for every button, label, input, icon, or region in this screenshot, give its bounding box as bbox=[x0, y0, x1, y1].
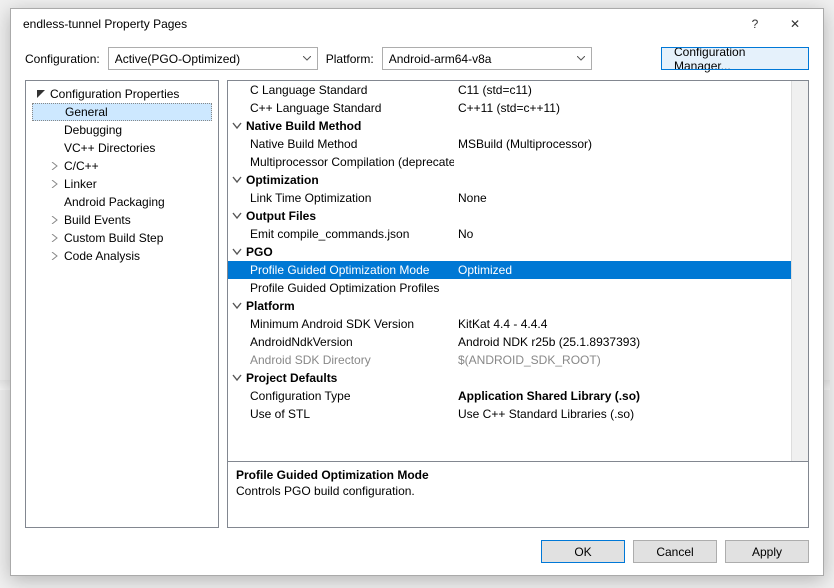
chevron-down-icon bbox=[230, 374, 244, 382]
property-group[interactable]: Platform bbox=[228, 297, 808, 315]
platform-select[interactable]: Android-arm64-v8a bbox=[382, 47, 592, 70]
dialog-footer: OK Cancel Apply bbox=[11, 528, 823, 563]
property-row[interactable]: Configuration TypeApplication Shared Lib… bbox=[228, 387, 808, 405]
configuration-manager-button[interactable]: Configuration Manager... bbox=[661, 47, 809, 70]
property-pages-dialog: endless-tunnel Property Pages ? ✕ Config… bbox=[10, 8, 824, 576]
ok-button[interactable]: OK bbox=[541, 540, 625, 563]
platform-label: Platform: bbox=[326, 52, 374, 66]
property-row[interactable]: Multiprocessor Compilation (deprecated) bbox=[228, 153, 808, 171]
tree-item[interactable]: Code Analysis bbox=[32, 247, 212, 265]
tree-item[interactable]: VC++ Directories bbox=[32, 139, 212, 157]
property-row[interactable]: C Language StandardC11 (std=c11) bbox=[228, 81, 808, 99]
tree-item[interactable]: C/C++ bbox=[32, 157, 212, 175]
category-tree[interactable]: Configuration PropertiesGeneralDebugging… bbox=[25, 80, 219, 528]
expand-icon bbox=[50, 252, 60, 260]
configuration-select[interactable]: Active(PGO-Optimized) bbox=[108, 47, 318, 70]
property-row[interactable]: C++ Language StandardC++11 (std=c++11) bbox=[228, 99, 808, 117]
property-group[interactable]: Native Build Method bbox=[228, 117, 808, 135]
titlebar: endless-tunnel Property Pages ? ✕ bbox=[11, 9, 823, 39]
property-row[interactable]: Link Time OptimizationNone bbox=[228, 189, 808, 207]
help-icon[interactable]: ? bbox=[735, 9, 775, 39]
description-pane: Profile Guided Optimization Mode Control… bbox=[227, 462, 809, 528]
chevron-down-icon bbox=[230, 302, 244, 310]
chevron-down-icon bbox=[577, 56, 585, 62]
apply-button[interactable]: Apply bbox=[725, 540, 809, 563]
chevron-down-icon bbox=[230, 176, 244, 184]
configuration-label: Configuration: bbox=[25, 52, 100, 66]
window-title: endless-tunnel Property Pages bbox=[23, 17, 735, 31]
collapse-icon bbox=[36, 90, 46, 98]
expand-icon bbox=[50, 234, 60, 242]
property-row[interactable]: Minimum Android SDK VersionKitKat 4.4 - … bbox=[228, 315, 808, 333]
tree-item[interactable]: Linker bbox=[32, 175, 212, 193]
property-row[interactable]: Use of STLUse C++ Standard Libraries (.s… bbox=[228, 405, 808, 423]
close-icon[interactable]: ✕ bbox=[775, 9, 815, 39]
tree-item[interactable]: General bbox=[32, 103, 212, 121]
description-title: Profile Guided Optimization Mode bbox=[236, 468, 800, 482]
expand-icon bbox=[50, 162, 60, 170]
tree-item[interactable]: Debugging bbox=[32, 121, 212, 139]
property-group[interactable]: Optimization bbox=[228, 171, 808, 189]
chevron-down-icon bbox=[303, 56, 311, 62]
property-row[interactable]: Native Build MethodMSBuild (Multiprocess… bbox=[228, 135, 808, 153]
property-row[interactable]: Emit compile_commands.jsonNo bbox=[228, 225, 808, 243]
expand-icon bbox=[50, 216, 60, 224]
tree-item[interactable]: Build Events bbox=[32, 211, 212, 229]
tree-item[interactable]: Android Packaging bbox=[32, 193, 212, 211]
chevron-down-icon bbox=[230, 122, 244, 130]
property-group[interactable]: Output Files bbox=[228, 207, 808, 225]
cancel-button[interactable]: Cancel bbox=[633, 540, 717, 563]
property-row[interactable]: Profile Guided Optimization ModeOptimize… bbox=[228, 261, 808, 279]
property-group[interactable]: PGO bbox=[228, 243, 808, 261]
tree-root[interactable]: Configuration Properties bbox=[32, 85, 212, 103]
config-bar: Configuration: Active(PGO-Optimized) Pla… bbox=[11, 39, 823, 74]
description-body: Controls PGO build configuration. bbox=[236, 484, 800, 498]
property-row[interactable]: Profile Guided Optimization Profiles bbox=[228, 279, 808, 297]
property-group[interactable]: Project Defaults bbox=[228, 369, 808, 387]
chevron-down-icon bbox=[230, 248, 244, 256]
chevron-down-icon bbox=[230, 212, 244, 220]
property-row[interactable]: Android SDK Directory$(ANDROID_SDK_ROOT) bbox=[228, 351, 808, 369]
tree-item[interactable]: Custom Build Step bbox=[32, 229, 212, 247]
expand-icon bbox=[50, 180, 60, 188]
property-grid[interactable]: C Language StandardC11 (std=c11)C++ Lang… bbox=[227, 80, 809, 462]
scrollbar[interactable] bbox=[791, 81, 808, 461]
property-row[interactable]: AndroidNdkVersionAndroid NDK r25b (25.1.… bbox=[228, 333, 808, 351]
